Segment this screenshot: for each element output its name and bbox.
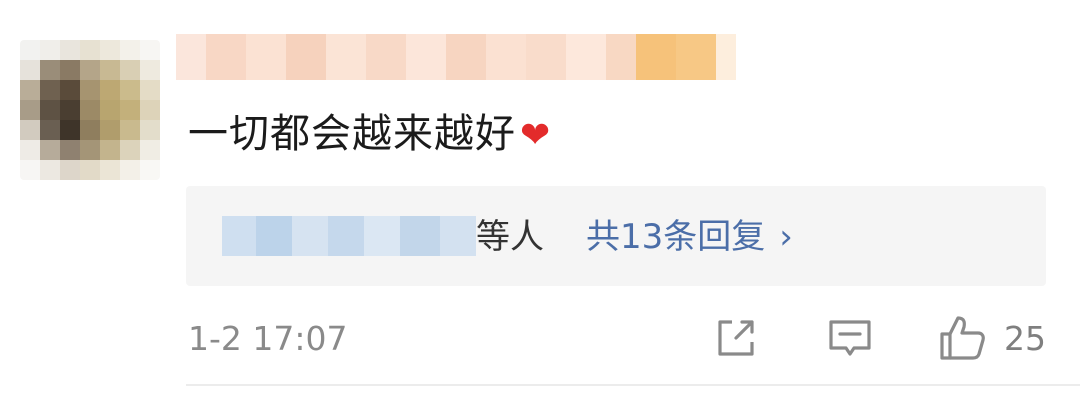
like-count: 25	[1004, 319, 1046, 358]
divider	[186, 384, 1080, 386]
timestamp: 1-2 17:07	[188, 319, 348, 358]
comment-icon	[829, 320, 871, 356]
avatar[interactable]	[20, 40, 160, 180]
reply-suffix: 等人	[476, 217, 544, 257]
reply-count-label: 共13条回复	[586, 217, 766, 257]
heart-emoji: ❤	[520, 115, 552, 156]
view-replies-link[interactable]: 共13条回复 ›	[586, 214, 793, 260]
reply-user-names	[222, 216, 476, 256]
comment-button[interactable]	[826, 314, 874, 362]
share-button[interactable]	[712, 314, 760, 362]
comment-body: 一切都会越来越好	[188, 111, 516, 157]
like-icon	[940, 316, 985, 360]
chevron-right-icon: ›	[779, 217, 793, 257]
like-button[interactable]	[938, 314, 986, 362]
comment-text: 一切都会越来越好 ❤	[188, 108, 551, 162]
share-icon	[718, 320, 754, 356]
username[interactable]	[176, 34, 736, 80]
